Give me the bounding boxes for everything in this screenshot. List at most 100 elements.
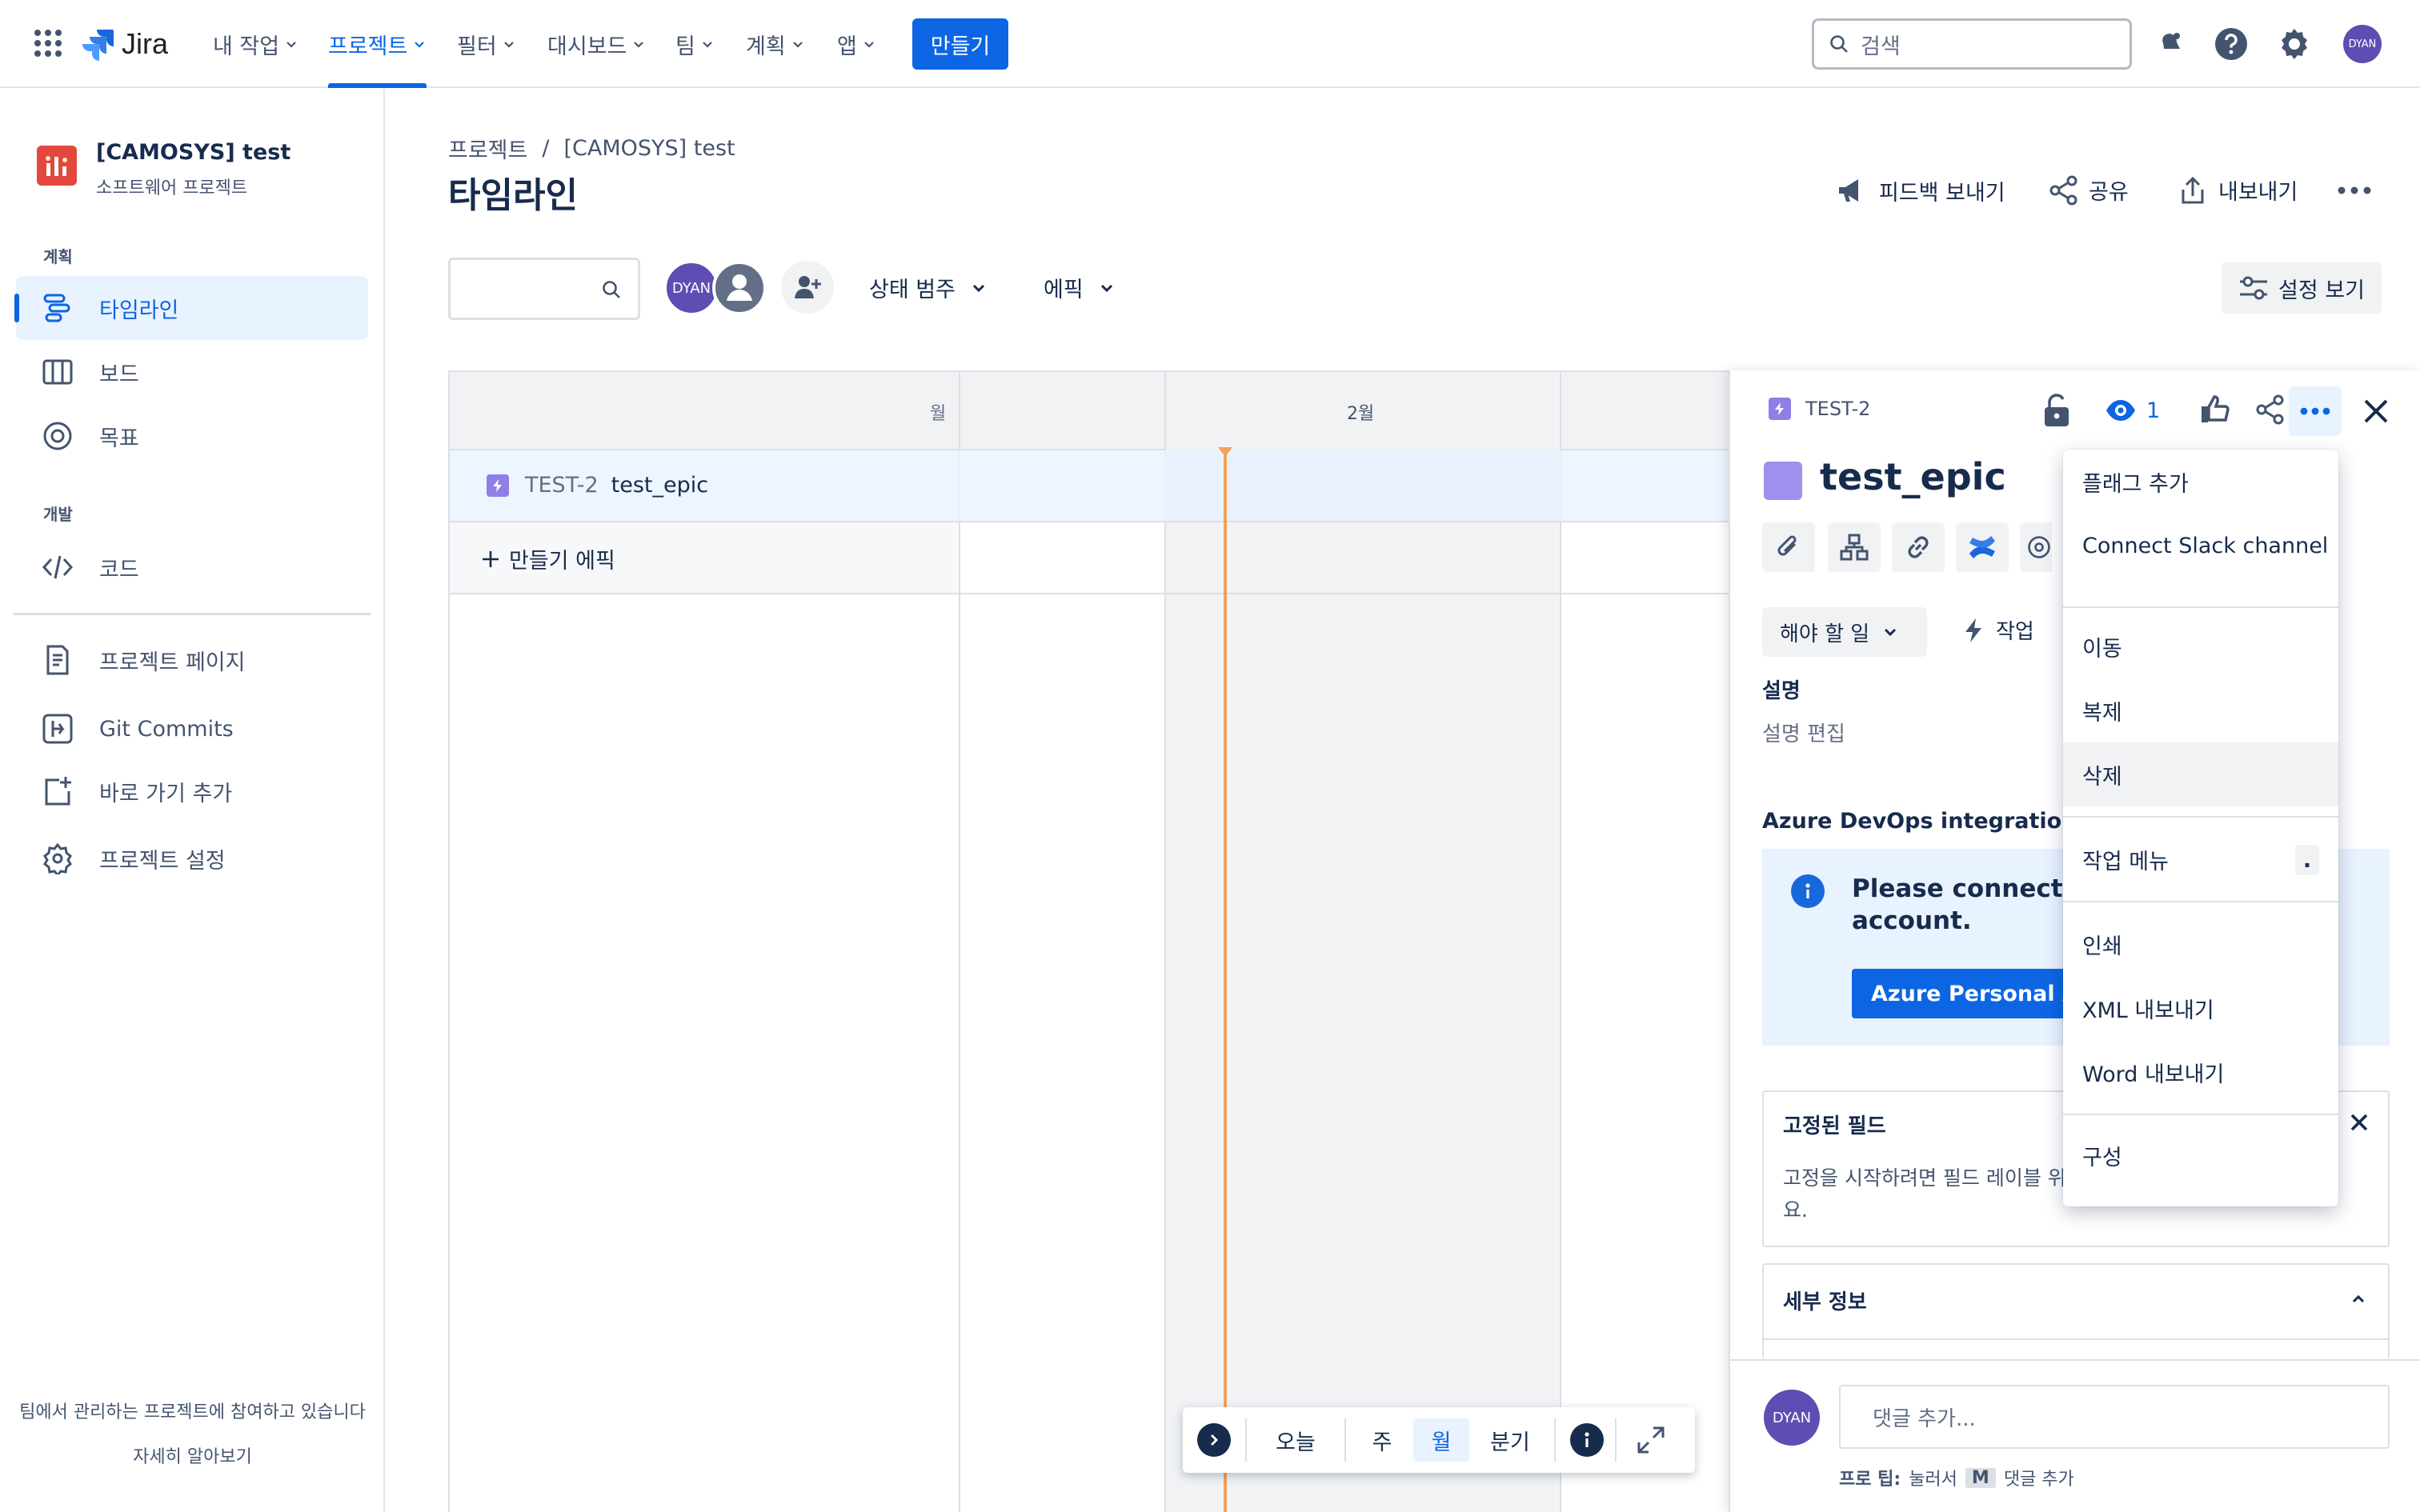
sidebar-item-goals[interactable]: 목표 bbox=[16, 404, 368, 468]
description-label: 설명 bbox=[1762, 679, 1801, 703]
sidebar-item-timeline[interactable]: 타임라인 bbox=[14, 276, 368, 340]
nav-label: 팀 bbox=[675, 34, 695, 59]
learn-more-link[interactable]: 자세히 알아보기 bbox=[0, 1442, 385, 1468]
sidebar-item-label: 보드 bbox=[99, 362, 139, 387]
sidebar-item-project-pages[interactable]: 프로젝트 페이지 bbox=[16, 628, 368, 692]
sidebar-item-board[interactable]: 보드 bbox=[16, 340, 368, 404]
menu-item-connect-slack[interactable]: Connect Slack channel bbox=[2063, 514, 2338, 578]
today-button[interactable]: 오늘 bbox=[1260, 1418, 1332, 1462]
epic-summary: test_epic bbox=[611, 473, 709, 498]
unlock-icon[interactable] bbox=[2042, 393, 2071, 428]
status-dropdown[interactable]: 해야 할 일 bbox=[1762, 607, 1927, 657]
epic-row[interactable]: TEST-2 test_epic bbox=[487, 473, 708, 498]
breadcrumb-projects[interactable]: 프로젝트 bbox=[448, 133, 527, 164]
breadcrumb-project[interactable]: [CAMOSYS] test bbox=[563, 136, 735, 161]
add-shortcut-icon bbox=[42, 775, 74, 807]
create-epic-button[interactable]: 만들기 에픽 bbox=[480, 543, 615, 574]
nav-teams[interactable]: 팀 bbox=[675, 0, 715, 88]
fullscreen-icon[interactable] bbox=[1636, 1425, 1666, 1455]
project-name[interactable]: [CAMOSYS] test bbox=[96, 140, 290, 165]
details-section[interactable]: 세부 정보 bbox=[1762, 1263, 2390, 1359]
nav-projects[interactable]: 프로젝트 bbox=[328, 0, 427, 88]
menu-item-delete[interactable]: 삭제 bbox=[2063, 742, 2338, 806]
jira-logo[interactable]: Jira bbox=[80, 24, 168, 64]
menu-item-configure[interactable]: 구성 bbox=[2063, 1123, 2338, 1187]
close-icon[interactable] bbox=[2350, 1113, 2369, 1132]
epic-filter[interactable]: 에픽 bbox=[1044, 272, 1116, 303]
create-button[interactable]: 만들기 bbox=[912, 18, 1008, 70]
issue-key: TEST-2 bbox=[1805, 398, 1871, 420]
add-people-icon[interactable] bbox=[781, 261, 834, 314]
section-plan-label: 계획 bbox=[43, 247, 73, 266]
comment-input[interactable]: 댓글 추가... bbox=[1839, 1385, 2390, 1449]
sidebar-item-project-settings[interactable]: 프로젝트 설정 bbox=[16, 826, 368, 890]
share-button[interactable]: 공유 bbox=[2049, 174, 2129, 206]
menu-item-actions-menu[interactable]: 작업 메뉴 . bbox=[2063, 827, 2338, 891]
nav-my-work[interactable]: 내 작업 bbox=[213, 0, 298, 88]
close-icon[interactable] bbox=[2362, 398, 2390, 425]
nav-label: 계획 bbox=[746, 34, 786, 59]
description-editor[interactable]: 설명 편집 bbox=[1762, 718, 1845, 747]
export-button[interactable]: 내보내기 bbox=[2178, 174, 2298, 206]
child-issues-hierarchy-icon[interactable] bbox=[1828, 522, 1881, 572]
sidebar-item-code[interactable]: 코드 bbox=[16, 535, 368, 599]
menu-item-print[interactable]: 인쇄 bbox=[2063, 912, 2338, 976]
menu-item-export-word[interactable]: Word 내보내기 bbox=[2063, 1040, 2338, 1104]
sidebar-item-add-shortcut[interactable]: 바로 가기 추가 bbox=[16, 759, 368, 823]
nav-apps[interactable]: 앱 bbox=[837, 0, 876, 88]
nav-filters[interactable]: 필터 bbox=[457, 0, 516, 88]
menu-item-export-xml[interactable]: XML 내보내기 bbox=[2063, 976, 2338, 1040]
top-navigation: Jira 내 작업 프로젝트 필터 대시보드 팀 계획 앱 만들기 검색 DYA… bbox=[0, 0, 2420, 88]
search-icon bbox=[601, 279, 622, 300]
attachment-paperclip-icon[interactable] bbox=[1762, 522, 1815, 572]
week-button[interactable]: 주 bbox=[1356, 1418, 1408, 1462]
assignee-avatar-dyan[interactable]: DYAN bbox=[664, 261, 719, 315]
more-actions-icon[interactable] bbox=[2337, 182, 2372, 198]
menu-item-add-flag[interactable]: 플래그 추가 bbox=[2063, 450, 2338, 514]
goal-target-icon[interactable] bbox=[2020, 522, 2052, 572]
issue-title[interactable]: test_epic bbox=[1820, 455, 2006, 498]
expand-chevron-right-icon[interactable] bbox=[1197, 1423, 1231, 1457]
app-switcher-icon[interactable] bbox=[34, 29, 62, 58]
month-label: 2월 bbox=[1347, 404, 1375, 424]
pinned-help-line: 고정을 시작하려면 필드 레이블 위 bbox=[1783, 1166, 2066, 1190]
menu-separator bbox=[2063, 606, 2338, 608]
menu-separator bbox=[2063, 816, 2338, 818]
settings-gear-icon[interactable] bbox=[2277, 26, 2312, 62]
pro-tip-press: 눌러서 bbox=[1909, 1470, 1957, 1490]
sidebar-item-git-commits[interactable]: Git Commits bbox=[16, 697, 368, 761]
menu-item-move[interactable]: 이동 bbox=[2063, 614, 2338, 678]
chevron-down-icon bbox=[284, 37, 298, 51]
search-input[interactable]: 검색 bbox=[1812, 18, 2132, 70]
month-button[interactable]: 월 bbox=[1413, 1418, 1469, 1462]
timeline-search-input[interactable] bbox=[448, 258, 640, 320]
search-icon bbox=[1829, 34, 1849, 54]
share-icon[interactable] bbox=[2255, 394, 2286, 425]
help-icon[interactable] bbox=[2214, 26, 2249, 62]
nav-dashboards[interactable]: 대시보드 bbox=[547, 0, 646, 88]
link-issue-icon[interactable] bbox=[1892, 522, 1945, 572]
more-actions-icon[interactable] bbox=[2289, 386, 2342, 436]
user-avatar[interactable]: DYAN bbox=[2343, 25, 2382, 63]
actions-dropdown[interactable]: 작업 bbox=[1962, 615, 2034, 645]
feedback-button[interactable]: 피드백 보내기 bbox=[1836, 174, 2005, 206]
git-commits-icon bbox=[42, 713, 74, 745]
azure-token-button[interactable]: Azure Personal Ac bbox=[1852, 969, 2092, 1018]
epic-color-swatch[interactable] bbox=[1764, 462, 1802, 500]
status-category-filter[interactable]: 상태 범주 bbox=[869, 272, 988, 303]
view-settings-button[interactable]: 설정 보기 bbox=[2222, 262, 2382, 314]
confluence-icon[interactable] bbox=[1956, 522, 2009, 572]
issue-key-breadcrumb[interactable]: TEST-2 bbox=[1769, 398, 1870, 420]
sidebar-item-label: 코드 bbox=[99, 557, 139, 582]
divider bbox=[1615, 1418, 1617, 1462]
thumbs-up-icon[interactable] bbox=[2199, 393, 2231, 425]
info-icon[interactable] bbox=[1570, 1423, 1604, 1457]
watch-button[interactable]: 1 bbox=[2105, 394, 2160, 426]
comment-footer: DYAN 댓글 추가... 프로 팁: 눌러서 M 댓글 추가 bbox=[1730, 1359, 2420, 1512]
notifications-icon[interactable] bbox=[2153, 28, 2185, 60]
quarter-button[interactable]: 분기 bbox=[1474, 1418, 1546, 1462]
menu-item-clone[interactable]: 복제 bbox=[2063, 678, 2338, 742]
lightning-icon bbox=[1962, 617, 1985, 644]
unassigned-avatar-icon[interactable] bbox=[712, 261, 767, 315]
nav-plans[interactable]: 계획 bbox=[746, 0, 805, 88]
